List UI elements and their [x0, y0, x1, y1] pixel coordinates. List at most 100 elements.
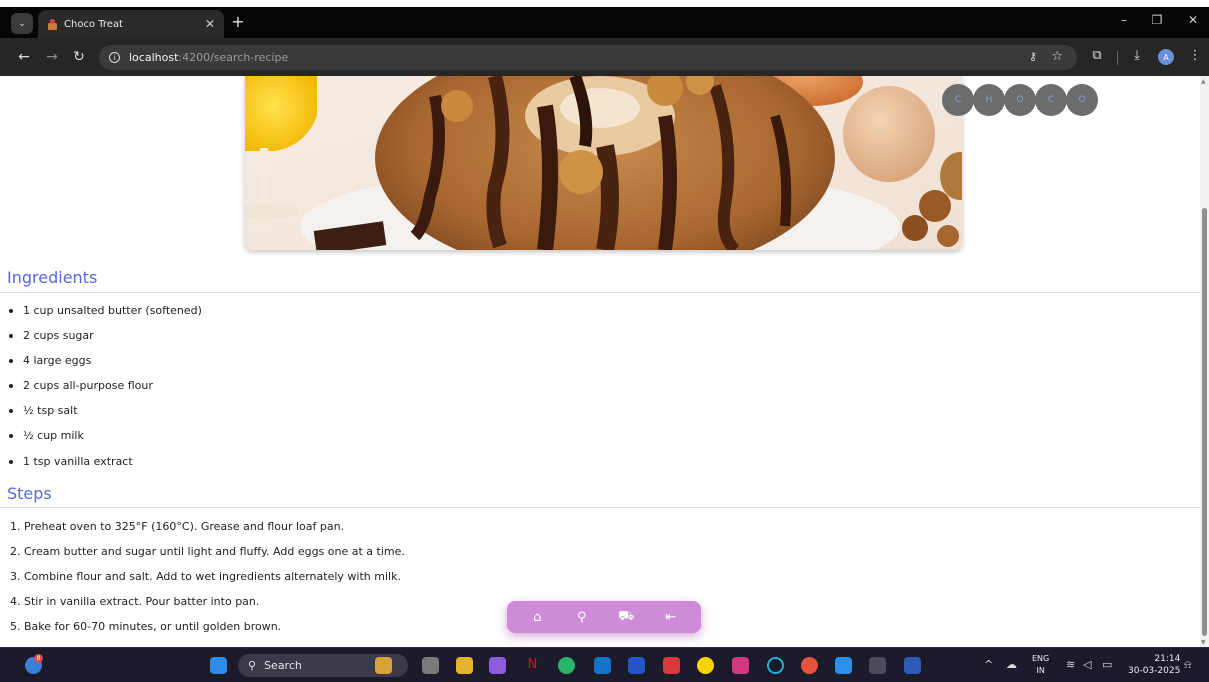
word-icon[interactable] [904, 657, 921, 674]
home-icon[interactable]: ⌂ [527, 610, 547, 625]
bullet [9, 308, 13, 313]
search-icon[interactable]: ⚲ [572, 610, 592, 625]
netflix-icon[interactable]: N [524, 657, 541, 674]
ingredient-item: 1 cup unsalted butter (softened) [9, 304, 202, 317]
notifications-icon[interactable]: ⍾ [1184, 658, 1191, 672]
close-window-icon[interactable]: ✕ [1185, 13, 1201, 27]
screen: ⌄ Choco Treat ✕ + – ❐ ✕ ← → ↻ i localhos… [0, 0, 1209, 682]
ingredient-item: 4 large eggs [9, 354, 91, 367]
step-item: 2. Cream butter and sugar until light an… [10, 545, 405, 558]
chevron-down-icon: ⌄ [18, 18, 26, 29]
ingredient-item: 2 cups all-purpose flour [9, 379, 153, 392]
bullet [9, 433, 13, 438]
back-icon[interactable]: ← [15, 48, 33, 66]
bullet [9, 383, 13, 388]
clock[interactable]: 21:14 30-03-2025 [1128, 653, 1180, 677]
float-nav-item[interactable]: O [1066, 84, 1098, 116]
notification-badge: 8 [34, 654, 43, 663]
browser-tab-strip: ⌄ Choco Treat ✕ + – ❐ ✕ [0, 7, 1209, 38]
step-item: 4. Stir in vanilla extract. Pour batter … [10, 595, 260, 608]
language-indicator[interactable]: ENG IN [1032, 653, 1049, 677]
volume-icon[interactable]: ◁ [1083, 658, 1091, 671]
float-nav-item[interactable]: C [942, 84, 974, 116]
mcafee-icon[interactable] [663, 657, 680, 674]
vscode-icon[interactable] [835, 657, 852, 674]
bullet [9, 408, 13, 413]
windows-taskbar: 8 ⚲ Search N ^ ☁ ENG IN ≋ ◁ ▭ 21:14 30-0… [0, 647, 1209, 682]
clock-date: 30-03-2025 [1128, 666, 1181, 676]
ingredient-text: 4 large eggs [23, 354, 92, 367]
terminal-icon[interactable] [869, 657, 886, 674]
ingredient-item: ½ cup milk [9, 429, 84, 442]
bullet [9, 358, 13, 363]
battery-icon[interactable]: ▭ [1102, 658, 1112, 671]
edge-icon[interactable] [558, 657, 575, 674]
ingredient-text: 1 tsp vanilla extract [23, 455, 133, 468]
float-nav-item[interactable]: C [1035, 84, 1067, 116]
scroll-up-icon[interactable]: ▲ [1201, 78, 1206, 85]
ingredient-text: 1 cup unsalted butter (softened) [23, 304, 202, 317]
region-code: IN [1036, 666, 1045, 675]
bookmark-star-icon[interactable]: ☆ [1051, 49, 1063, 64]
snapchat-icon[interactable] [697, 657, 714, 674]
url-host: localhost [129, 51, 179, 64]
wifi-icon[interactable]: ≋ [1066, 658, 1075, 671]
address-bar[interactable]: i localhost:4200/search-recipe ⚷ ☆ [99, 45, 1077, 70]
ingredient-item: ½ tsp salt [9, 404, 78, 417]
taskbar-search-placeholder: Search [264, 659, 302, 672]
page-scrollbar[interactable]: ▲ ▼ [1200, 76, 1209, 647]
bottom-nav-bar: ⌂ ⚲ ⛟ ⇤ [507, 601, 701, 633]
tab-search-button[interactable]: ⌄ [11, 13, 33, 34]
extensions-icon[interactable]: ⧉ [1088, 48, 1106, 63]
cloud-icon[interactable]: ☁ [1006, 658, 1017, 671]
ingredient-item: 2 cups sugar [9, 329, 94, 342]
float-nav-item[interactable]: O [1004, 84, 1036, 116]
site-info-icon[interactable]: i [109, 52, 120, 63]
download-icon[interactable]: ⤓ [1128, 48, 1146, 63]
ingredient-text: 2 cups all-purpose flour [23, 379, 153, 392]
scroll-down-icon[interactable]: ▼ [1201, 639, 1206, 646]
outlook-icon[interactable] [594, 657, 611, 674]
file-explorer-icon[interactable] [456, 657, 473, 674]
toolbar-divider [1117, 51, 1118, 65]
new-tab-button[interactable]: + [230, 12, 246, 31]
menu-kebab-icon[interactable]: ⋮ [1186, 48, 1204, 63]
profile-avatar[interactable]: A [1158, 49, 1174, 65]
search-highlight-icon [375, 657, 392, 674]
scrollbar-thumb[interactable] [1202, 208, 1207, 636]
browser-toolbar: ← → ↻ i localhost:4200/search-recipe ⚷ ☆… [0, 38, 1209, 76]
ingredient-text: 2 cups sugar [23, 329, 94, 342]
ingredient-text: ½ tsp salt [23, 404, 78, 417]
linkedin-icon[interactable] [628, 657, 645, 674]
reload-icon[interactable]: ↻ [70, 48, 88, 66]
cortana-icon[interactable] [767, 657, 784, 674]
start-icon[interactable] [210, 657, 227, 674]
ingredients-heading: Ingredients [7, 268, 98, 287]
minimize-icon[interactable]: – [1116, 13, 1132, 27]
task-view-icon[interactable] [422, 657, 439, 674]
copilot-icon[interactable] [489, 657, 506, 674]
chrome-icon[interactable] [801, 657, 818, 674]
step-item: 3. Combine flour and salt. Add to wet in… [10, 570, 401, 583]
logout-icon[interactable]: ⇤ [661, 610, 681, 625]
steps-heading: Steps [7, 484, 52, 503]
forward-icon[interactable]: → [43, 48, 61, 66]
browser-tab[interactable]: Choco Treat ✕ [38, 10, 224, 38]
instagram-icon[interactable] [732, 657, 749, 674]
cake-favicon-icon [47, 18, 58, 30]
ingredient-item: 1 tsp vanilla extract [9, 455, 133, 468]
close-tab-icon[interactable]: ✕ [205, 17, 215, 31]
float-nav-item[interactable]: H [973, 84, 1005, 116]
ingredients-divider [0, 292, 1200, 293]
tray-chevron-icon[interactable]: ^ [984, 658, 993, 671]
chocolate-cake-image [245, 76, 962, 250]
floating-letter-nav: C H O C O [942, 84, 1098, 116]
ingredient-text: ½ cup milk [23, 429, 84, 442]
cart-icon[interactable]: ⛟ [616, 609, 636, 626]
restore-icon[interactable]: ❐ [1149, 13, 1165, 27]
step-item: 5. Bake for 60-70 minutes, or until gold… [10, 620, 282, 633]
search-icon: ⚲ [248, 659, 257, 672]
bullet [9, 459, 13, 464]
password-key-icon[interactable]: ⚷ [1029, 50, 1037, 63]
url-path: :4200/search-recipe [178, 51, 289, 64]
